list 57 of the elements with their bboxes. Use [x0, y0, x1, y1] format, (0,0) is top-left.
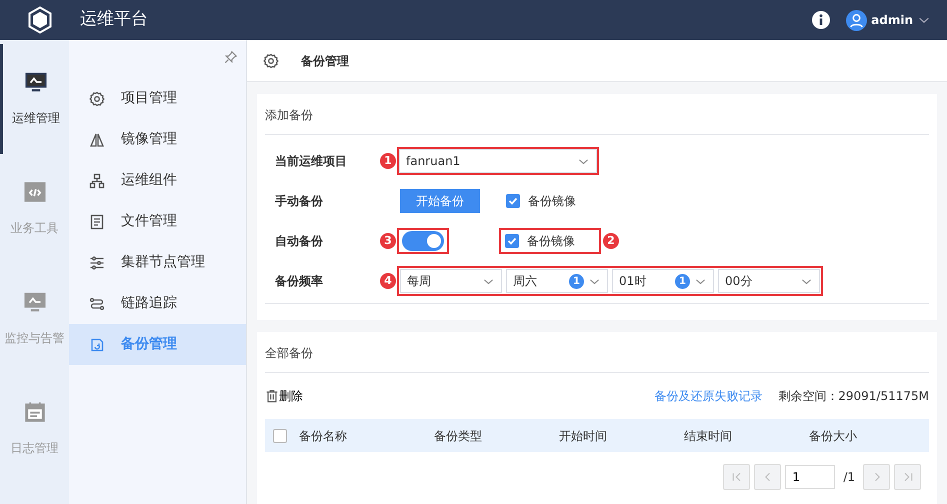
hierarchy-icon	[89, 172, 106, 188]
user-menu[interactable]: admin	[846, 10, 931, 30]
menu-item[interactable]: 镜像管理	[69, 119, 246, 160]
route-icon	[89, 296, 106, 312]
page-title: 备份管理	[301, 52, 349, 70]
monitor-icon	[25, 71, 48, 93]
checkmark-icon	[507, 236, 517, 246]
select-all-checkbox[interactable]	[273, 428, 287, 442]
checkbox[interactable]: 备份镜像	[501, 230, 599, 252]
frequency-select[interactable]: 01时 1	[612, 269, 714, 293]
page-total: /1	[843, 469, 855, 486]
callout-number: 4	[380, 273, 396, 289]
frequency-select[interactable]: 00分	[718, 269, 820, 293]
document-icon	[89, 214, 106, 230]
info-icon[interactable]	[812, 11, 830, 29]
trash-icon	[265, 389, 279, 403]
code-window-icon	[24, 181, 46, 203]
callout-number: 1	[380, 153, 396, 169]
gear-icon	[263, 52, 279, 68]
section-title: 添加备份	[265, 94, 929, 135]
logo-icon	[27, 6, 53, 34]
toggle-switch[interactable]	[402, 231, 444, 251]
menu-item[interactable]: 链路追踪	[69, 283, 246, 324]
checkbox[interactable]: 备份镜像	[506, 192, 576, 210]
calendar-icon	[24, 401, 46, 423]
checkmark-icon	[508, 196, 518, 206]
app-title: 运维平台	[80, 8, 148, 32]
callout-number: 2	[603, 233, 619, 249]
section-title: 全部备份	[265, 332, 929, 373]
field-label: 备份频率	[274, 273, 324, 290]
first-page-icon	[730, 471, 743, 483]
free-space-text: 剩余空间：29091/51175M	[778, 388, 929, 405]
callout-number: 3	[380, 233, 396, 249]
gear-icon	[89, 90, 106, 106]
menu-item[interactable]: 文件管理	[69, 201, 246, 242]
column-header: 备份大小	[809, 428, 858, 444]
field-label: 手动备份	[274, 193, 324, 210]
delete-button[interactable]: 删除	[265, 387, 303, 405]
page-input[interactable]: 1	[785, 465, 836, 489]
column-header: 结束时间	[684, 428, 733, 444]
mirror-icon	[89, 132, 106, 148]
project-select[interactable]: fanruan1	[399, 149, 597, 173]
backup-icon	[89, 336, 106, 352]
frequency-select[interactable]: 周六 1	[506, 269, 608, 293]
sliders-icon	[89, 254, 106, 270]
menu-item[interactable]: 集群节点管理	[69, 242, 246, 283]
pin-icon	[224, 50, 238, 64]
column-header: 备份类型	[434, 428, 483, 444]
frequency-select[interactable]: 每周	[400, 269, 502, 293]
column-header: 备份名称	[299, 428, 348, 444]
menu-item[interactable]: 运维组件	[69, 160, 246, 201]
menu-item[interactable]: 项目管理	[69, 78, 246, 119]
column-header: 开始时间	[559, 428, 608, 444]
avatar-icon	[846, 10, 868, 30]
field-label: 当前运维项目	[274, 153, 348, 170]
field-label: 自动备份	[274, 233, 324, 250]
monitor-icon	[24, 291, 46, 313]
